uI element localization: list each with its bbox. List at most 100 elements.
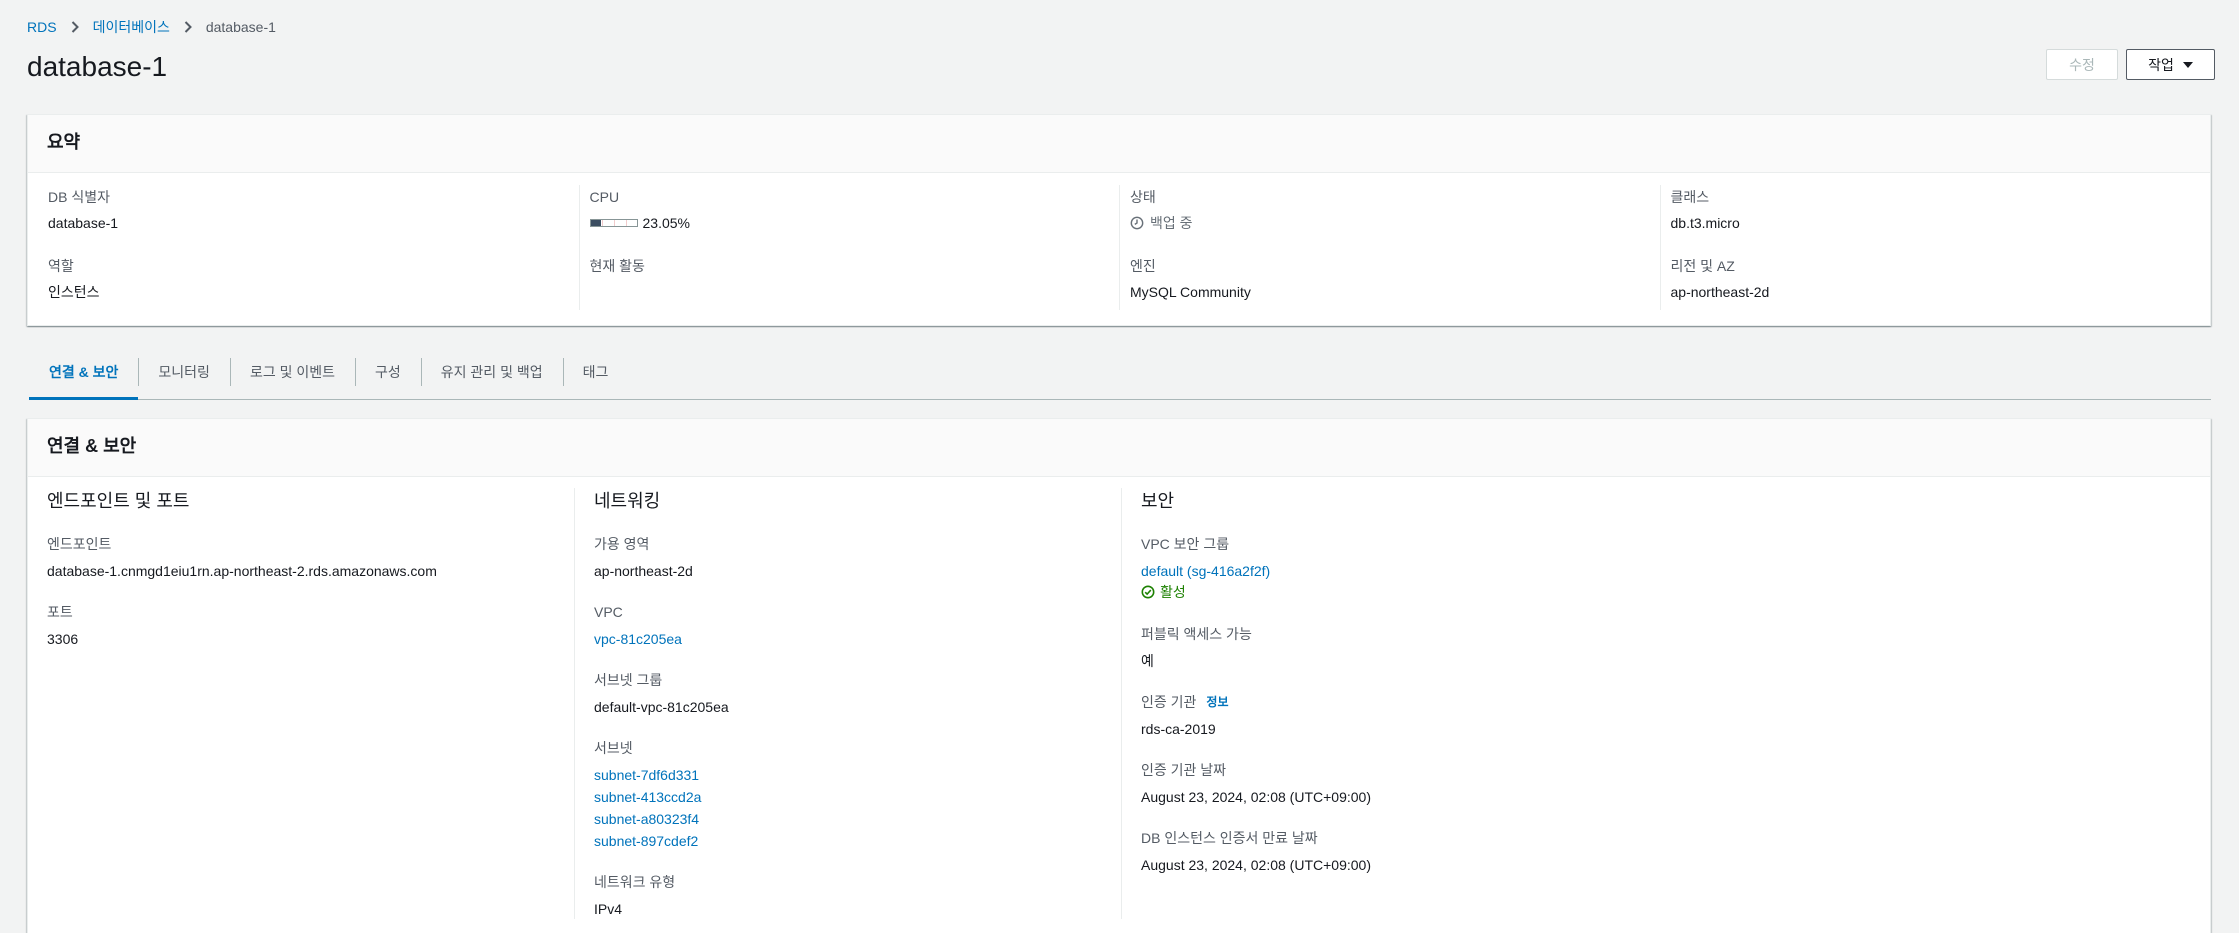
- security-group-status: 활성: [1141, 582, 2191, 602]
- ca-date-value: August 23, 2024, 02:08 (UTC+09:00): [1141, 789, 1371, 805]
- network-type-label: 네트워크 유형: [594, 874, 676, 890]
- cpu-usage-fill: [590, 220, 602, 226]
- subnet-group-label: 서브넷 그룹: [594, 672, 663, 688]
- breadcrumb-current: database-1: [205, 19, 276, 35]
- tab-maintenance-backups[interactable]: 유지 관리 및 백업: [420, 345, 563, 399]
- tab-monitoring[interactable]: 모니터링: [138, 345, 230, 399]
- check-circle-icon: [1141, 585, 1155, 599]
- endpoint-port-heading: 엔드포인트 및 포트: [47, 491, 190, 511]
- subnet-group-field: 서브넷 그룹 default-vpc-81c205ea: [594, 669, 1121, 718]
- subnet-group-value: default-vpc-81c205ea: [594, 699, 729, 715]
- summary-panel: 요약 DB 식별자 database-1 역할 인스턴스 CPU 23.05%: [27, 114, 2211, 326]
- region-az-label: 리전 및 AZ: [1670, 258, 1735, 274]
- cert-expiry-value: August 23, 2024, 02:08 (UTC+09:00): [1141, 857, 1371, 873]
- subnet-link[interactable]: subnet-a80323f4: [594, 808, 1121, 830]
- subnet-link[interactable]: subnet-413ccd2a: [594, 786, 1121, 808]
- tab-configuration[interactable]: 구성: [355, 345, 421, 399]
- subnet-list: subnet-7df6d331 subnet-413ccd2a subnet-a…: [594, 764, 1121, 852]
- page-title: database-1: [27, 51, 168, 82]
- certificate-authority-label-row: 인증 기관 정보: [1141, 691, 2191, 713]
- chevron-right-icon: [71, 21, 79, 33]
- subnets-label: 서브넷: [594, 740, 633, 756]
- ca-date-field: 인증 기관 날짜 August 23, 2024, 02:08 (UTC+09:…: [1141, 759, 2191, 808]
- status-label: 상태: [1130, 189, 1156, 205]
- certificate-authority-value: rds-ca-2019: [1141, 721, 1216, 737]
- endpoint-field: 엔드포인트 database-1.cnmgd1eiu1rn.ap-northea…: [47, 533, 574, 582]
- role-label: 역할: [48, 258, 74, 274]
- vpc-security-groups-field: VPC 보안 그룹 default (sg-416a2f2f) 활성: [1141, 533, 2191, 602]
- port-label: 포트: [47, 604, 73, 620]
- chevron-right-icon: [184, 21, 192, 33]
- security-heading: 보안: [1141, 491, 1175, 511]
- cert-expiry-field: DB 인스턴스 인증서 만료 날짜 August 23, 2024, 02:08…: [1141, 827, 2191, 876]
- breadcrumb: RDS 데이터베이스 database-1: [27, 17, 276, 37]
- publicly-accessible-value: 예: [1141, 653, 1154, 669]
- status-value: 백업 중: [1150, 215, 1193, 231]
- status-field: 상태 백업 중: [1130, 187, 1650, 233]
- subnets-field: 서브넷 subnet-7df6d331 subnet-413ccd2a subn…: [594, 737, 1121, 852]
- endpoint-value: database-1.cnmgd1eiu1rn.ap-northeast-2.r…: [47, 563, 437, 579]
- connectivity-security-title: 연결 & 보안: [28, 419, 2210, 477]
- actions-button-label: 작업: [2148, 56, 2174, 73]
- security-group-status-text: 활성: [1160, 584, 1186, 600]
- summary-column-4: 클래스 db.t3.micro 리전 및 AZ ap-northeast-2d: [1659, 185, 2201, 310]
- caret-down-icon: [2182, 61, 2193, 68]
- availability-zone-value: ap-northeast-2d: [594, 563, 693, 579]
- certificate-authority-field: 인증 기관 정보 rds-ca-2019: [1141, 691, 2191, 740]
- security-column: 보안 VPC 보안 그룹 default (sg-416a2f2f) 활성 퍼블…: [1121, 488, 2191, 919]
- network-type-value: IPv4: [594, 901, 623, 917]
- edit-button[interactable]: 수정: [2046, 49, 2118, 80]
- connectivity-security-panel: 연결 & 보안 엔드포인트 및 포트 엔드포인트 database-1.cnmg…: [27, 418, 2211, 933]
- current-activity-value: [590, 282, 1110, 302]
- cpu-usage-value: 23.05%: [642, 215, 690, 231]
- db-identifier-label: DB 식별자: [48, 189, 110, 205]
- vpc-label: VPC: [594, 604, 623, 620]
- port-field: 포트 3306: [47, 601, 574, 650]
- tab-logs-events[interactable]: 로그 및 이벤트: [229, 345, 355, 399]
- port-value: 3306: [47, 631, 79, 647]
- cpu-label: CPU: [589, 189, 620, 205]
- tab-tags[interactable]: 태그: [562, 345, 629, 399]
- publicly-accessible-field: 퍼블릭 액세스 가능 예: [1141, 623, 2191, 672]
- subnet-link[interactable]: subnet-897cdef2: [594, 830, 1121, 852]
- vpc-security-group-link[interactable]: default (sg-416a2f2f): [1141, 560, 2191, 582]
- tab-connectivity-security[interactable]: 연결 & 보안: [29, 345, 139, 400]
- vpc-value-row: vpc-81c205ea: [594, 628, 1121, 650]
- engine-label: 엔진: [1130, 258, 1156, 274]
- vpc-security-group-row: default (sg-416a2f2f): [1141, 560, 2191, 582]
- current-activity-label: 현재 활동: [589, 258, 645, 274]
- region-az-value: ap-northeast-2d: [1670, 284, 1770, 300]
- summary-column-3: 상태 백업 중 엔진 MySQL Community: [1119, 185, 1660, 310]
- role-value: 인스턴스: [48, 284, 100, 300]
- current-activity-field: 현재 활동: [590, 256, 1110, 302]
- summary-column-2: CPU 23.05% 현재 활동: [578, 185, 1120, 310]
- role-field: 역할 인스턴스: [48, 256, 569, 302]
- summary-grid: DB 식별자 database-1 역할 인스턴스 CPU 23.05% 현재 …: [28, 173, 2210, 310]
- summary-column-1: DB 식별자 database-1 역할 인스턴스: [38, 185, 579, 310]
- vpc-link[interactable]: vpc-81c205ea: [594, 628, 1121, 650]
- endpoint-label: 엔드포인트: [47, 536, 112, 552]
- breadcrumb-rds-link[interactable]: RDS: [27, 17, 57, 37]
- cert-expiry-label: DB 인스턴스 인증서 만료 날짜: [1141, 830, 1318, 846]
- class-field: 클래스 db.t3.micro: [1671, 187, 2191, 233]
- status-value-row: 백업 중: [1130, 213, 1650, 233]
- edit-button-label: 수정: [2069, 56, 2095, 73]
- breadcrumb-databases-link[interactable]: 데이터베이스: [93, 17, 170, 37]
- endpoint-port-column: 엔드포인트 및 포트 엔드포인트 database-1.cnmgd1eiu1rn…: [47, 488, 574, 919]
- engine-field: 엔진 MySQL Community: [1130, 256, 1650, 302]
- cpu-usage-bar: [589, 219, 638, 227]
- networking-heading: 네트워킹: [594, 491, 661, 511]
- networking-column: 네트워킹 가용 영역 ap-northeast-2d VPC vpc-81c20…: [574, 488, 1121, 919]
- availability-zone-field: 가용 영역 ap-northeast-2d: [594, 533, 1121, 582]
- actions-dropdown-button[interactable]: 작업: [2126, 49, 2215, 80]
- cpu-usage: 23.05%: [589, 213, 1110, 233]
- engine-value: MySQL Community: [1130, 284, 1251, 300]
- certificate-authority-info-link[interactable]: 정보: [1206, 691, 1228, 713]
- subnet-link[interactable]: subnet-7df6d331: [594, 764, 1121, 786]
- availability-zone-label: 가용 영역: [594, 536, 650, 552]
- db-identifier-field: DB 식별자 database-1: [48, 187, 569, 233]
- connectivity-grid: 엔드포인트 및 포트 엔드포인트 database-1.cnmgd1eiu1rn…: [28, 477, 2210, 919]
- class-label: 클래스: [1670, 189, 1710, 205]
- network-type-field: 네트워크 유형 IPv4: [594, 871, 1121, 919]
- db-identifier-value: database-1: [48, 215, 119, 231]
